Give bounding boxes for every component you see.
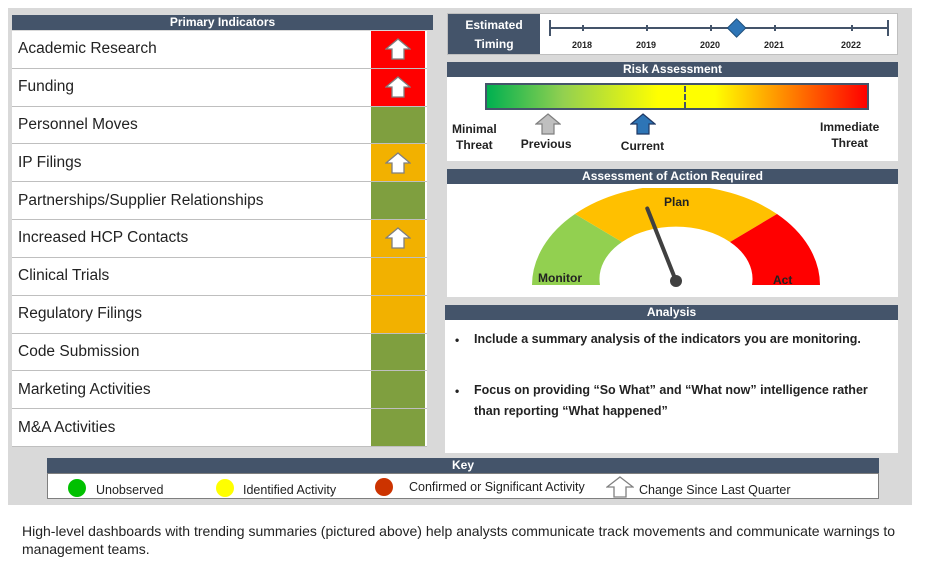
indicator-status xyxy=(371,106,425,144)
timing-label-line1: Estimated xyxy=(465,18,523,32)
indicator-row: Code Submission xyxy=(12,333,427,372)
indicator-status xyxy=(371,295,425,333)
indicator-status xyxy=(371,68,425,106)
risk-assessment-header: Risk Assessment xyxy=(447,62,898,77)
indicator-row: M&A Activities xyxy=(12,409,427,447)
key-confirmed-label: Confirmed or Significant Activity xyxy=(409,480,585,494)
identified-dot-icon xyxy=(216,479,234,497)
gauge-monitor-label: Monitor xyxy=(538,271,582,285)
assessment-header: Assessment of Action Required xyxy=(447,169,898,184)
key-change-label: Change Since Last Quarter xyxy=(639,483,791,497)
analysis-header: Analysis xyxy=(445,305,898,320)
timeline-year: 2019 xyxy=(636,40,657,50)
unobserved-dot-icon xyxy=(68,479,86,497)
timeline-year: 2018 xyxy=(572,40,593,50)
change-arrow-icon xyxy=(385,152,411,174)
indicator-row: Academic Research xyxy=(12,31,427,69)
caption: High-level dashboards with trending summ… xyxy=(22,523,896,557)
indicator-row: Clinical Trials xyxy=(12,257,427,296)
current-arrow-icon xyxy=(629,113,656,135)
previous-label: Previous xyxy=(520,137,572,151)
immediate-threat-label: Immediate Threat xyxy=(820,120,880,150)
indicator-status xyxy=(371,182,425,220)
indicator-label: Regulatory Filings xyxy=(18,305,143,323)
timeline-year: 2022 xyxy=(841,40,862,50)
minimal-threat-label: Minimal Threat xyxy=(452,122,497,152)
bullet-icon: • xyxy=(455,384,460,398)
timeline-year: 2021 xyxy=(764,40,785,50)
indicator-row: Funding xyxy=(12,68,427,107)
timing-label-line2: Timing xyxy=(474,37,514,51)
key-header: Key xyxy=(47,458,879,473)
analysis-bullet-2: Focus on providing “So What” and “What n… xyxy=(474,383,868,418)
primary-indicators-table: Academic Research Funding Personnel Moves I… xyxy=(12,31,427,447)
indicator-row: Regulatory Filings xyxy=(12,295,427,334)
indicator-row: IP Filings xyxy=(12,144,427,183)
key-identified-label: Identified Activity xyxy=(243,483,337,497)
timing-label: Estimated Timing xyxy=(448,14,540,54)
indicator-status xyxy=(371,371,425,409)
indicator-label: M&A Activities xyxy=(18,418,116,436)
timeline-year: 2020 xyxy=(700,40,721,50)
change-arrow-icon xyxy=(606,476,634,498)
indicator-label: Partnerships/Supplier Relationships xyxy=(18,191,264,209)
current-label: Current xyxy=(620,139,665,153)
timing-marker-icon xyxy=(726,18,747,38)
indicator-row: Personnel Moves xyxy=(12,106,427,145)
confirmed-dot-icon xyxy=(375,478,393,496)
risk-divider xyxy=(684,86,686,108)
bullet-icon: • xyxy=(455,333,460,347)
indicator-label: Increased HCP Contacts xyxy=(18,229,189,247)
indicator-status xyxy=(371,144,425,182)
indicator-status xyxy=(371,409,425,446)
change-arrow-icon xyxy=(385,227,411,250)
indicator-row: Marketing Activities xyxy=(12,371,427,410)
gauge-act-label: Act xyxy=(773,273,793,287)
indicator-label: IP Filings xyxy=(18,153,82,171)
indicator-status xyxy=(371,333,425,371)
indicator-status xyxy=(371,220,425,257)
change-arrow-icon xyxy=(385,38,411,61)
indicator-label: Clinical Trials xyxy=(18,267,110,285)
indicator-row: Partnerships/Supplier Relationships xyxy=(12,182,427,221)
risk-gradient-bar xyxy=(485,83,869,110)
indicator-label: Code Submission xyxy=(18,342,140,360)
previous-arrow-icon xyxy=(534,113,561,135)
key-unobserved-label: Unobserved xyxy=(96,483,164,497)
indicator-label: Personnel Moves xyxy=(18,116,138,134)
analysis-bullet-1: Include a summary analysis of the indica… xyxy=(474,332,861,346)
indicator-status xyxy=(371,31,425,68)
change-arrow-icon xyxy=(385,76,411,98)
indicator-status xyxy=(371,257,425,295)
primary-indicators-header: Primary Indicators xyxy=(12,15,433,30)
gauge-plan-label: Plan xyxy=(664,195,690,209)
indicator-row: Increased HCP Contacts xyxy=(12,220,427,258)
indicator-label: Marketing Activities xyxy=(18,380,151,398)
indicator-label: Academic Research xyxy=(18,40,157,58)
indicator-label: Funding xyxy=(18,78,75,96)
